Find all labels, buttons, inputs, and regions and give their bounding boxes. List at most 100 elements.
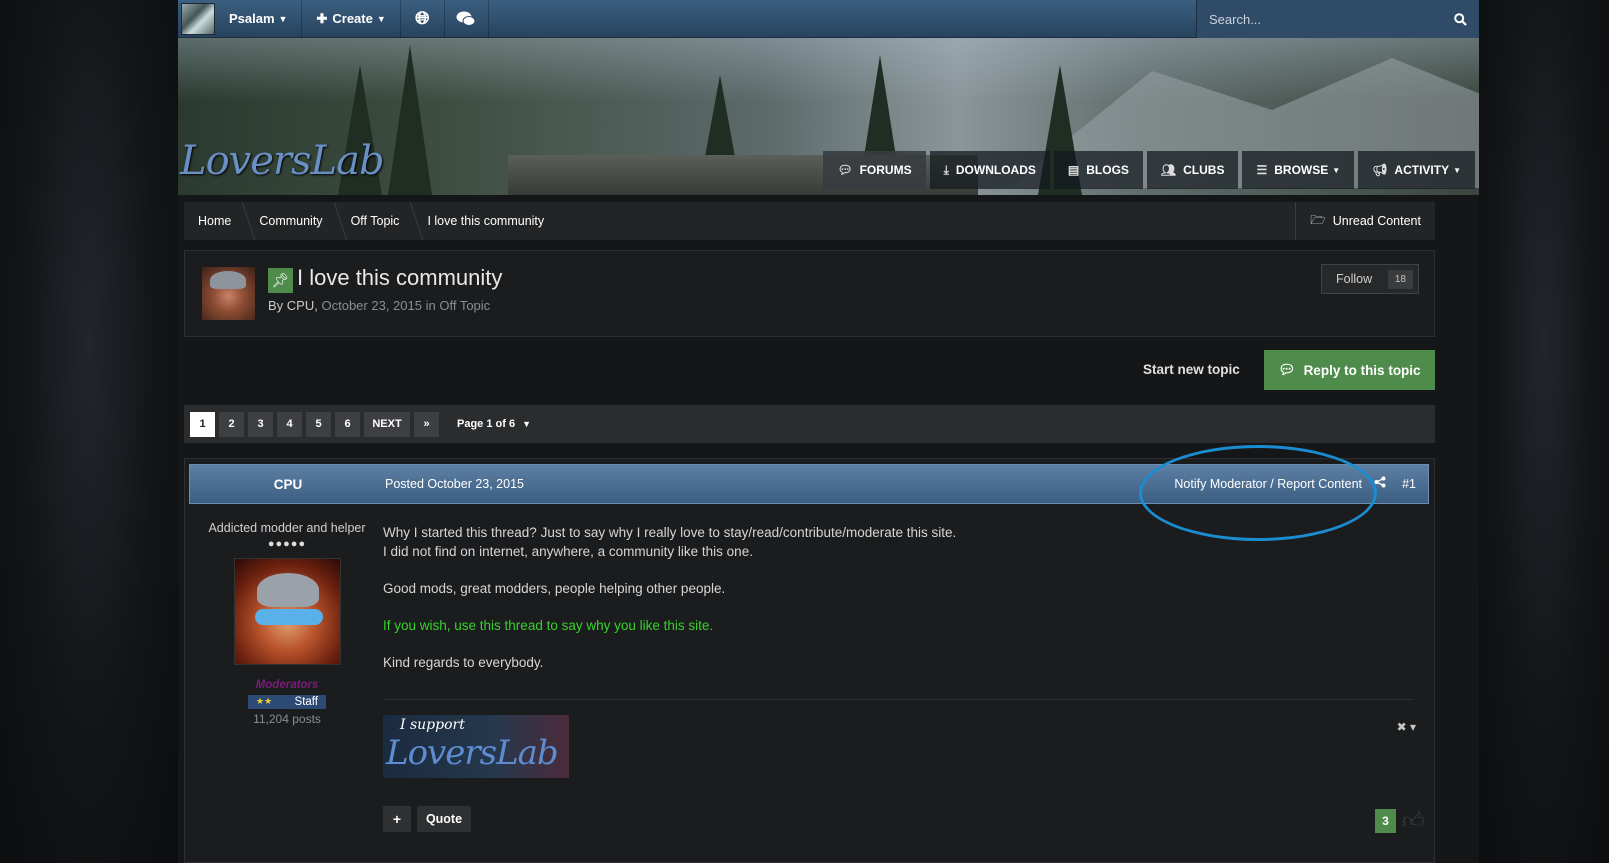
caret-down-icon: ▼	[1332, 165, 1341, 175]
follow-label: Follow	[1336, 272, 1373, 286]
topic-meta: By CPU, October 23, 2015 in Off Topic	[268, 298, 491, 313]
caret-down-icon: ▼	[522, 419, 532, 429]
nav-label: BROWSE	[1274, 163, 1329, 177]
reply-label: Reply to this topic	[1303, 362, 1421, 378]
nav-label: CLUBS	[1183, 163, 1225, 177]
user-menu[interactable]: Psalam ▼	[215, 0, 303, 38]
nav-downloads[interactable]: ⤓ DOWNLOADS	[929, 151, 1050, 189]
post-header: CPU Posted October 23, 2015 Notify Moder…	[189, 445, 1429, 541]
search-icon[interactable]	[1454, 12, 1467, 26]
chat-bubbles-icon	[456, 11, 476, 26]
avatar[interactable]	[233, 558, 341, 665]
page-2-button[interactable]: 2	[219, 411, 244, 437]
site-wrapper: Psalam ▼ ✚ Create ▼ 🌐︎ Search... LoversL…	[178, 0, 1479, 863]
author-post-count: 11,204 posts	[253, 712, 321, 726]
users-icon: 👥︎	[1160, 163, 1177, 177]
post-line: Kind regards to everybody.	[383, 655, 544, 670]
multiquote-button[interactable]: +	[383, 806, 411, 832]
breadcrumb-community[interactable]: Community	[245, 202, 336, 240]
caret-down-icon: ▼	[376, 13, 386, 24]
user-bar: Psalam ▼ ✚ Create ▼ 🌐︎ Search...	[178, 0, 1479, 38]
page-background-left	[0, 0, 178, 863]
site-header-banner: LoversLab 💬︎ FORUMS ⤓ DOWNLOADS ▤ BLOGS …	[178, 38, 1479, 195]
site-logo[interactable]: LoversLab	[180, 138, 385, 184]
nav-browse[interactable]: ☰ BROWSE ▼	[1242, 151, 1355, 189]
folder-icon: 🗁︎	[1310, 212, 1326, 227]
signature-options-icon[interactable]: ✖ ▾	[1397, 720, 1416, 734]
by-label: By	[268, 298, 284, 313]
reply-to-topic-button[interactable]: 💬︎ Reply to this topic	[1264, 350, 1435, 390]
search-placeholder: Search...	[1209, 11, 1262, 27]
topic-author-link[interactable]: CPU	[287, 298, 314, 313]
topic-date: October 23, 2015	[321, 298, 422, 313]
last-page-button[interactable]: »	[414, 411, 439, 437]
page-background-right	[1479, 0, 1609, 863]
chat-bubble-icon: 💬︎	[837, 163, 853, 177]
post: CPU Posted October 23, 2015 Notify Moder…	[184, 445, 1435, 863]
next-page-button[interactable]: NEXT	[364, 411, 410, 437]
unread-content-link[interactable]: 🗁︎ Unread Content	[1295, 202, 1435, 240]
pagination: 1 2 3 4 5 6 NEXT » Page 1 of 6 ▼	[184, 405, 1435, 443]
signature-banner[interactable]: I support LoversLab	[383, 715, 569, 778]
quote-button[interactable]: Quote	[417, 806, 471, 832]
page-jump-dropdown[interactable]: Page 1 of 6 ▼	[457, 418, 531, 430]
nav-activity[interactable]: 📢︎ ACTIVITY ▼	[1358, 151, 1475, 189]
pin-icon: 📌︎	[268, 268, 293, 293]
start-new-topic-button[interactable]: Start new topic	[1143, 362, 1240, 377]
author-group: Moderators	[255, 679, 319, 691]
chat-bubble-icon: 💬︎	[1278, 362, 1296, 377]
user-avatar[interactable]	[181, 2, 215, 35]
page-4-button[interactable]: 4	[277, 411, 302, 437]
nav-label: DOWNLOADS	[955, 163, 1036, 177]
signature-text: I support	[400, 717, 465, 733]
create-menu[interactable]: ✚ Create ▼	[302, 0, 401, 38]
page-1-button[interactable]: 1	[190, 411, 215, 437]
reputation-count: 3	[1375, 809, 1396, 833]
search-input[interactable]: Search...	[1196, 0, 1479, 38]
post-author-panel: Addicted modder and helper ●●●●● Moderat…	[185, 521, 389, 726]
nav-forums[interactable]: 💬︎ FORUMS	[823, 151, 926, 189]
badge-label: Staff	[294, 695, 318, 708]
post-number[interactable]: #1	[1402, 477, 1416, 491]
post-content: Why I started this thread? Just to say w…	[383, 523, 1413, 672]
book-icon: ▤	[1067, 163, 1080, 177]
breadcrumb-off-topic[interactable]: Off Topic	[337, 202, 414, 240]
post-line: I did not find on internet, anywhere, a …	[383, 544, 753, 559]
caret-down-icon: ▼	[1453, 165, 1461, 175]
follow-count: 18	[1387, 269, 1413, 289]
page-6-button[interactable]: 6	[335, 411, 360, 437]
topic-author-avatar[interactable]	[202, 267, 255, 320]
post-date[interactable]: Posted October 23, 2015	[385, 477, 524, 491]
breadcrumb: Home Community Off Topic I love this com…	[184, 202, 1435, 240]
page-3-button[interactable]: 3	[248, 411, 273, 437]
notifications-globe-icon[interactable]: 🌐︎	[401, 0, 445, 38]
nav-clubs[interactable]: 👥︎ CLUBS	[1146, 151, 1239, 189]
user-name: Psalam	[229, 11, 275, 26]
topic-forum-link[interactable]: Off Topic	[439, 298, 490, 313]
author-title: Addicted modder and helper	[208, 521, 366, 535]
main-navigation: 💬︎ FORUMS ⤓ DOWNLOADS ▤ BLOGS 👥︎ CLUBS ☰…	[819, 151, 1475, 189]
nav-blogs[interactable]: ▤ BLOGS	[1053, 151, 1143, 189]
star-icon: ★★	[256, 696, 273, 706]
staff-badge: ★★ Staff	[248, 694, 326, 709]
megaphone-icon: 📢︎	[1372, 163, 1388, 177]
topic-header: 📌︎ I love this community By CPU, October…	[184, 250, 1435, 337]
download-icon: ⤓	[943, 162, 949, 177]
in-label: in	[425, 298, 436, 313]
post-author-name[interactable]: CPU	[190, 465, 386, 503]
post-line-highlight: If you wish, use this thread to say why …	[383, 618, 714, 633]
plus-icon: ✚	[316, 10, 328, 26]
messages-icon[interactable]	[445, 0, 489, 38]
rank-pips: ●●●●●	[267, 538, 307, 550]
unread-label: Unread Content	[1332, 214, 1421, 228]
signature-logo: LoversLab	[386, 733, 559, 773]
page-5-button[interactable]: 5	[306, 411, 331, 437]
nav-label: FORUMS	[859, 163, 912, 177]
post-line: Why I started this thread? Just to say w…	[383, 525, 957, 540]
page-title: I love this community	[297, 265, 503, 290]
thumbs-up-icon[interactable]: 👍︎	[1402, 807, 1425, 834]
post-line: Good mods, great modders, people helping…	[383, 581, 726, 596]
breadcrumb-home[interactable]: Home	[184, 202, 245, 240]
follow-button[interactable]: Follow 18	[1321, 264, 1419, 294]
signature-divider	[383, 699, 1413, 700]
